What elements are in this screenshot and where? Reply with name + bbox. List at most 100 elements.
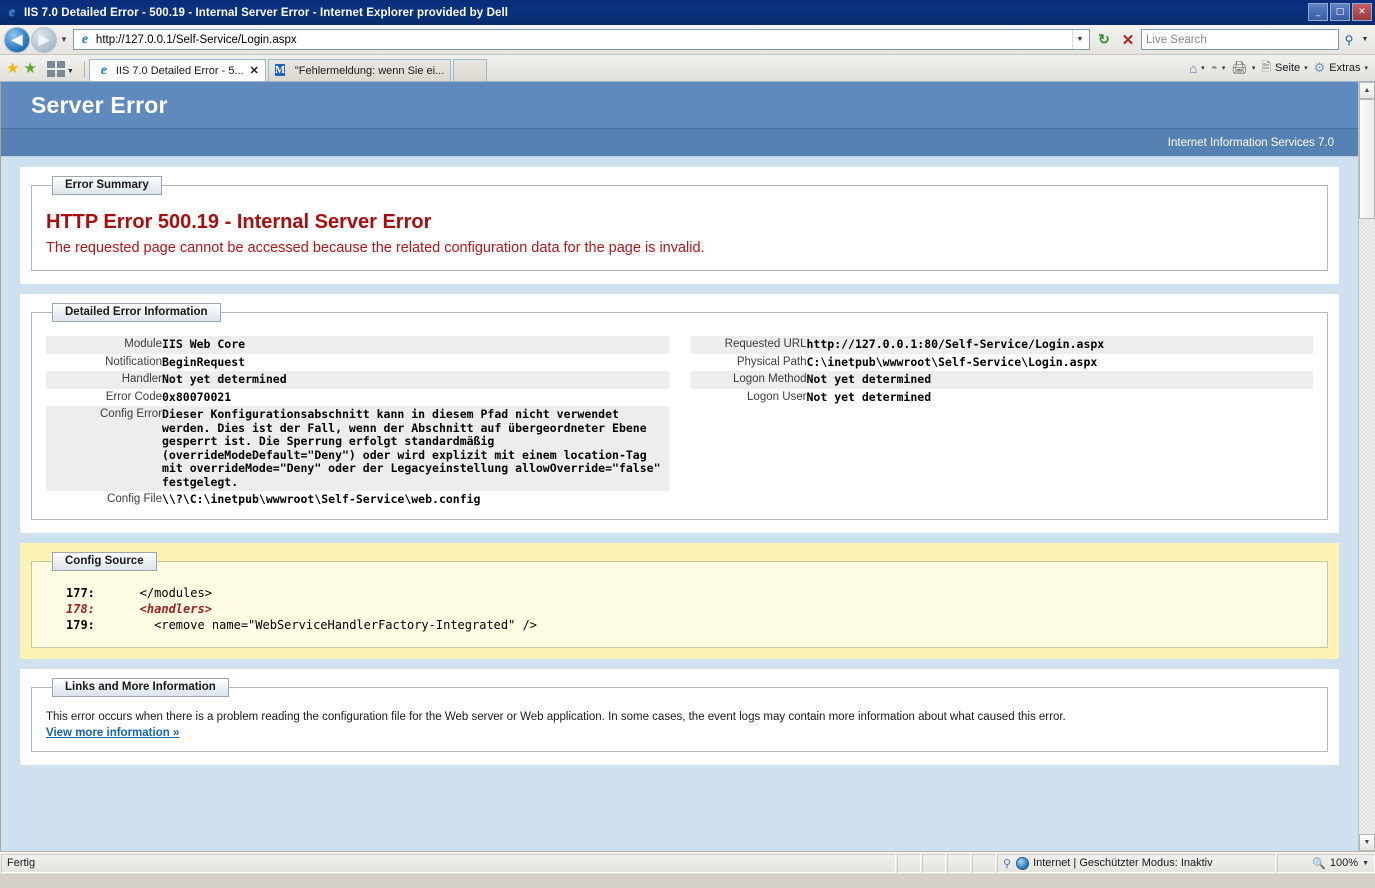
- row-key: Module: [46, 336, 162, 354]
- forward-button[interactable]: ▶: [31, 26, 57, 53]
- error-description: The requested page cannot be accessed be…: [46, 240, 705, 256]
- error-summary-legend: Error Summary: [52, 176, 162, 195]
- home-icon: ⌂: [1189, 60, 1198, 76]
- favorites-center-icon[interactable]: ★: [6, 61, 19, 76]
- links-legend: Links and More Information: [52, 677, 229, 697]
- new-tab-button[interactable]: [453, 59, 488, 81]
- row-key: Handler: [46, 371, 162, 389]
- page-menu-label: Seite: [1275, 62, 1301, 74]
- detail-left-column: Module IIS Web Core Notification BeginRe…: [46, 336, 669, 509]
- maximize-button[interactable]: □: [1330, 3, 1350, 21]
- row-value: Not yet determined: [162, 371, 669, 389]
- command-bar: ⌂ ▾ ◓ ▾ 🖨 ▾ 🗎 Seite ▾ ⚙ Extras ▾: [1186, 58, 1371, 78]
- status-slot-2: [922, 853, 946, 873]
- config-source-legend: Config Source: [52, 551, 157, 571]
- scroll-up-button[interactable]: ▲: [1359, 82, 1375, 99]
- home-button[interactable]: ⌂ ▾: [1186, 58, 1207, 78]
- navigation-bar: ◀ ▶ ▼ e http://127.0.0.1/Self-Service/Lo…: [0, 25, 1375, 55]
- chevron-down-icon[interactable]: ▼: [1362, 860, 1369, 867]
- globe-icon: [1016, 856, 1030, 870]
- table-row: Error Code 0x80070021: [46, 389, 669, 407]
- page-menu-button[interactable]: 🗎 Seite ▾: [1258, 58, 1310, 78]
- page-title: Server Error: [31, 91, 168, 118]
- detailed-error-panel: Detailed Error Information Module IIS We…: [20, 294, 1339, 533]
- page-vertical-scrollbar[interactable]: ▲ ▼: [1358, 82, 1375, 851]
- address-input[interactable]: http://127.0.0.1/Self-Service/Login.aspx: [96, 34, 1072, 46]
- table-row: Config Error Dieser Konfigurationsabschn…: [46, 406, 669, 491]
- table-row: Config File \\?\C:\inetpub\wwwroot\Self-…: [46, 491, 669, 509]
- code-line-highlighted: 178: <handlers>: [66, 601, 1313, 617]
- feeds-button[interactable]: ◓ ▾: [1208, 58, 1229, 78]
- chevron-down-icon[interactable]: ▾: [1252, 64, 1256, 72]
- print-button[interactable]: 🖨 ▾: [1228, 58, 1258, 78]
- tab-label: "Fehlermeldung: wenn Sie ei...: [294, 64, 445, 77]
- search-input[interactable]: Live Search: [1141, 29, 1339, 50]
- table-row: Handler Not yet determined: [46, 371, 669, 389]
- row-value: Dieser Konfigurationsabschnitt kann in d…: [162, 406, 669, 491]
- status-slot-4: [972, 853, 996, 873]
- scroll-down-button[interactable]: ▼: [1359, 834, 1375, 851]
- status-slot-1: [897, 853, 921, 873]
- security-zone-label: Internet | Geschützter Modus: Inaktiv: [1033, 857, 1213, 869]
- printer-icon: 🖨: [1231, 60, 1248, 75]
- back-button[interactable]: ◀: [4, 26, 30, 53]
- security-icon: ⚲: [1003, 857, 1012, 870]
- code-line: 179: <remove name="WebServiceHandlerFact…: [66, 617, 1313, 633]
- refresh-icon[interactable]: ↻: [1093, 29, 1115, 51]
- chevron-down-icon[interactable]: ▾: [1304, 64, 1308, 72]
- row-key: Notification: [105, 355, 162, 368]
- quick-tabs-icon[interactable]: [46, 61, 65, 77]
- history-dropdown-icon[interactable]: ▼: [60, 35, 68, 44]
- close-button[interactable]: ✕: [1352, 3, 1372, 21]
- links-fieldset: Links and More Information This error oc…: [31, 677, 1328, 752]
- ie-icon: e: [100, 63, 107, 78]
- iis-version-label: Internet Information Services 7.0: [1167, 136, 1334, 149]
- detail-table-right: Requested URL http://127.0.0.1:80/Self-S…: [690, 336, 1313, 406]
- status-bar: Fertig ⚲ Internet | Geschützter Modus: I…: [0, 851, 1375, 874]
- close-icon[interactable]: ✕: [250, 64, 259, 77]
- window-controls: _ □ ✕: [1308, 3, 1372, 21]
- chevron-down-icon[interactable]: ▾: [1222, 64, 1226, 72]
- line-text: </modules>: [118, 585, 212, 600]
- tab-iis-error[interactable]: e IIS 7.0 Detailed Error - 5... ✕: [88, 59, 266, 81]
- row-value: Not yet determined: [806, 371, 1313, 389]
- chevron-down-icon[interactable]: ▼: [67, 68, 74, 75]
- chevron-down-icon[interactable]: ▼: [1072, 30, 1087, 49]
- chevron-down-icon[interactable]: ▾: [1201, 64, 1205, 72]
- row-key: Config Error: [46, 406, 162, 491]
- error-summary-fieldset: Error Summary HTTP Error 500.19 - Intern…: [31, 176, 1328, 271]
- tools-menu-label: Extras: [1329, 62, 1361, 74]
- status-slot-3: [947, 853, 971, 873]
- row-value: \\?\C:\inetpub\wwwroot\Self-Service\web.…: [162, 492, 481, 506]
- zoom-control[interactable]: 🔍 100% ▼: [1277, 853, 1375, 873]
- page-frame: Server Error Internet Information Servic…: [0, 82, 1358, 851]
- row-key: Error Code: [105, 390, 162, 403]
- table-row: Module IIS Web Core: [46, 336, 669, 354]
- stop-icon[interactable]: ✕: [1117, 29, 1139, 51]
- config-source-panel: Config Source 177: </modules> 178: <hand…: [20, 542, 1339, 659]
- tab-label: IIS 7.0 Detailed Error - 5...: [115, 64, 244, 77]
- security-zone-indicator[interactable]: ⚲ Internet | Geschützter Modus: Inaktiv: [997, 853, 1276, 873]
- tab-fehlermeldung[interactable]: M "Fehlermeldung: wenn Sie ei...: [267, 59, 452, 81]
- links-body: This error occurs when there is a proble…: [46, 705, 1313, 741]
- chevron-down-icon[interactable]: ▾: [1364, 64, 1368, 72]
- line-text: <handlers>: [118, 601, 212, 616]
- table-row: Requested URL http://127.0.0.1:80/Self-S…: [690, 336, 1313, 354]
- tools-menu-button[interactable]: ⚙ Extras ▾: [1311, 58, 1371, 78]
- table-row: Notification BeginRequest: [46, 354, 669, 372]
- line-text: <remove name="WebServiceHandlerFactory-I…: [118, 617, 538, 632]
- address-bar[interactable]: e http://127.0.0.1/Self-Service/Login.as…: [72, 29, 1090, 50]
- row-key: Logon Method: [690, 371, 807, 389]
- minimize-button[interactable]: _: [1308, 3, 1328, 21]
- add-to-favorites-icon[interactable]: ★: [23, 61, 36, 76]
- view-more-information-link[interactable]: View more information »: [46, 727, 179, 739]
- zoom-in-icon[interactable]: 🔍: [1312, 857, 1326, 870]
- search-icon[interactable]: ⚲: [1339, 29, 1359, 50]
- search-provider-dropdown-icon[interactable]: ▼: [1359, 36, 1371, 43]
- zoom-level-label: 100%: [1329, 857, 1359, 869]
- window-titlebar: e IIS 7.0 Detailed Error - 500.19 - Inte…: [0, 0, 1375, 25]
- row-value: BeginRequest: [162, 354, 246, 369]
- links-description: This error occurs when there is a proble…: [46, 710, 1066, 723]
- row-value: Not yet determined: [806, 389, 932, 404]
- scroll-thumb[interactable]: [1359, 99, 1375, 219]
